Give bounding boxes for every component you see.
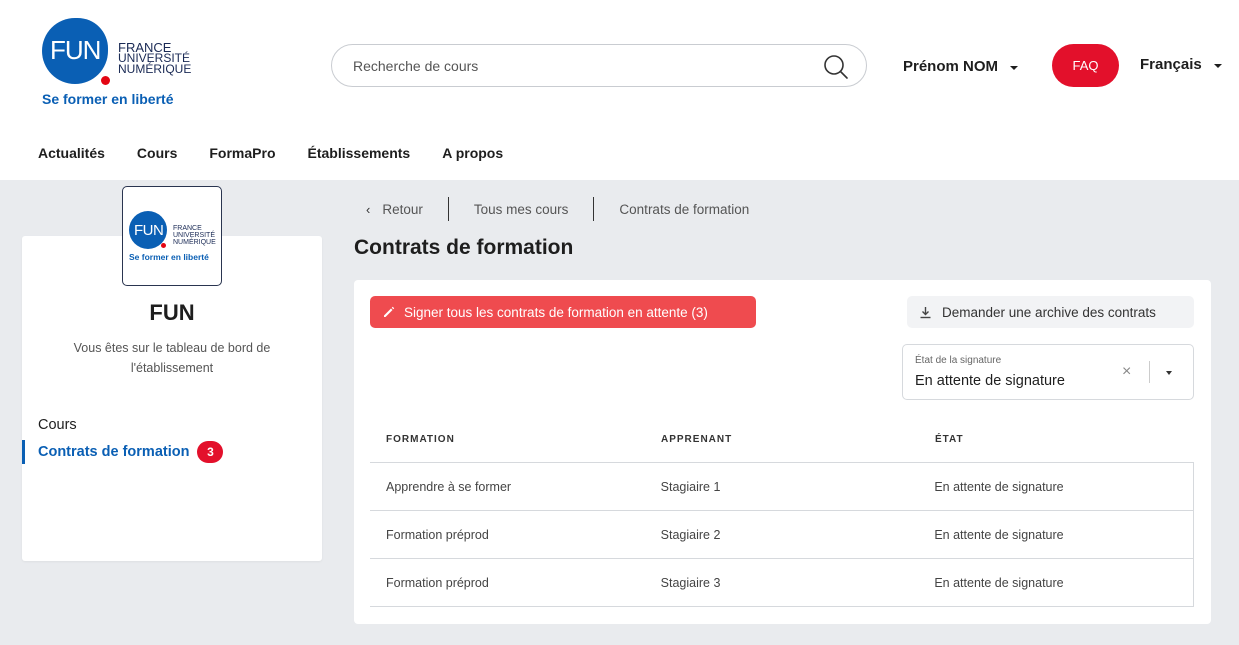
cell-formation: Apprendre à se former [386,479,512,494]
nav-item-a-propos[interactable]: A propos [442,145,503,161]
language-menu[interactable]: Français [1140,56,1222,73]
download-icon [920,306,931,318]
nav-item-cours[interactable]: Cours [137,145,177,161]
logo-line-numerique: NUMÉRIQUE [118,62,192,76]
chevron-down-icon[interactable] [1166,371,1172,375]
breadcrumb-item-current: Contrats de formation [619,201,750,217]
table-row[interactable]: Apprendre à se former Stagiaire 1 En att… [370,463,1194,511]
mini-logo-tagline: Se former en liberté [129,252,209,262]
sidebar-item-cours[interactable]: Cours [38,417,77,433]
language-label: Français [1140,56,1202,73]
cell-apprenant: Stagiaire 1 [660,479,721,494]
back-label: Retour [382,201,423,217]
pencil-icon [384,306,395,317]
clear-icon[interactable]: × [1122,363,1131,381]
site-header: FUN FRANCE UNIVERSITÉ NUMÉRIQUE Se forme… [0,0,1239,180]
main-nav: Actualités Cours FormaPro Établissements… [38,145,535,161]
table-header: FORMATION APPRENANT ÉTAT [370,416,1194,463]
mini-logo-mark: FUN [134,222,164,239]
logo-mark: FUN [50,35,101,65]
nav-item-actualites[interactable]: Actualités [38,145,105,161]
organization-logo: FUN FRANCE UNIVERSITÉ NUMÉRIQUE Se forme… [122,186,222,286]
contracts-table: FORMATION APPRENANT ÉTAT Apprendre à se … [370,416,1194,607]
user-menu[interactable]: Prénom NOM [903,56,1019,76]
search-input[interactable] [353,57,793,75]
sidebar-item-contrats[interactable]: Contrats de formation 3 [22,440,224,464]
logo-dot [101,76,110,85]
cell-apprenant: Stagiaire 3 [660,575,721,590]
cell-formation: Formation préprod [386,527,489,542]
chevron-down-icon [1010,65,1019,70]
column-header-formation: FORMATION [386,433,455,445]
cell-etat: En attente de signature [934,527,1064,542]
faq-button[interactable]: FAQ [1052,44,1119,87]
signature-state-select[interactable]: État de la signature En attente de signa… [902,344,1194,400]
breadcrumb: ‹ Retour Tous mes cours Contrats de form… [366,197,774,221]
breadcrumb-item-courses[interactable]: Tous mes cours [449,197,595,221]
chevron-left-icon: ‹ [366,201,371,217]
mini-logo-text: FRANCE UNIVERSITÉ NUMÉRIQUE [173,225,216,246]
cell-apprenant: Stagiaire 2 [660,527,721,542]
mini-logo-line-universite: UNIVERSITÉ [173,232,216,239]
page-title: Contrats de formation [354,236,574,259]
fun-logo[interactable]: FUN FRANCE UNIVERSITÉ NUMÉRIQUE Se forme… [40,18,210,110]
mini-logo-dot [161,243,166,248]
logo-tagline: Se former en liberté [42,91,174,107]
sidebar-description: Vous êtes sur le tableau de bord de l'ét… [73,341,271,375]
count-badge: 3 [197,441,224,463]
mini-logo-line-numerique: NUMÉRIQUE [173,239,216,246]
cell-etat: En attente de signature [934,479,1064,494]
nav-item-etablissements[interactable]: Établissements [308,145,411,161]
back-link[interactable]: ‹ Retour [366,197,449,221]
logo-text: FRANCE UNIVERSITÉ NUMÉRIQUE [118,41,192,76]
request-archive-button[interactable]: Demander une archive des contrats [907,296,1194,328]
table-row[interactable]: Formation préprod Stagiaire 3 En attente… [370,559,1194,607]
sign-all-button[interactable]: Signer tous les contrats de formation en… [370,296,756,328]
user-name: Prénom NOM [903,57,999,75]
column-header-etat: ÉTAT [935,433,964,445]
filter-label: État de la signature [915,355,1002,366]
search-icon[interactable] [822,53,850,81]
cell-etat: En attente de signature [934,575,1064,590]
organization-name: FUN [149,300,195,325]
column-header-apprenant: APPRENANT [661,433,733,445]
filter-divider [1149,361,1150,383]
chevron-down-icon [1213,64,1222,68]
cell-formation: Formation préprod [386,575,489,590]
mini-logo-line-france: FRANCE [173,225,202,232]
sidebar-item-label: Contrats de formation [38,444,190,460]
search-bar [331,44,867,87]
archive-label: Demander une archive des contrats [942,304,1156,320]
nav-item-formapro[interactable]: FormaPro [209,145,275,161]
table-row[interactable]: Formation préprod Stagiaire 2 En attente… [370,511,1194,559]
sign-all-label: Signer tous les contrats de formation en… [404,304,708,320]
filter-value: En attente de signature [915,373,1065,389]
